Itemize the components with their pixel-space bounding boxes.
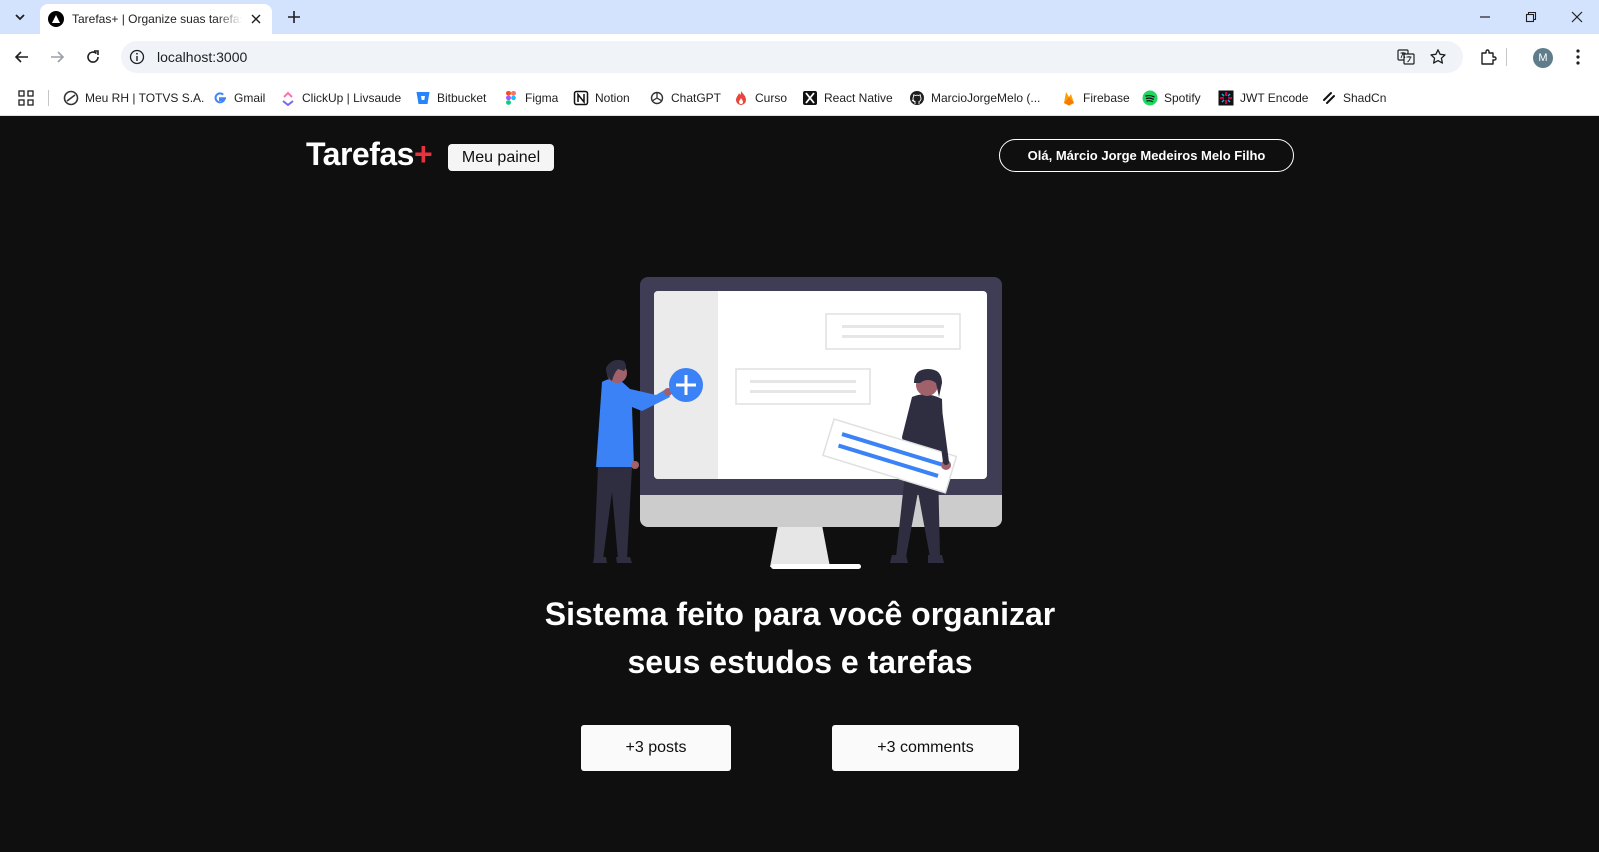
firebase-icon (1061, 90, 1077, 106)
bookmark-label: Figma (525, 91, 559, 105)
bookmark-label: MarcioJorgeMelo (... (931, 91, 1041, 105)
clickup-icon (280, 90, 296, 106)
my-panel-button[interactable]: Meu painel (448, 144, 554, 171)
plus-icon (288, 11, 300, 23)
github-icon (909, 90, 925, 106)
site-info-icon[interactable] (127, 47, 147, 67)
reload-icon (87, 50, 99, 63)
nextjs-favicon-icon (48, 11, 64, 27)
bookmark-label: Gmail (234, 91, 266, 105)
apps-grid-icon[interactable] (17, 89, 35, 107)
profile-avatar[interactable]: M (1533, 48, 1553, 68)
bookmark-label: Notion (595, 91, 630, 105)
expo-icon (802, 90, 818, 106)
bookmark-label: ClickUp | Livsaude (302, 91, 402, 105)
address-bar[interactable]: localhost:3000 (121, 41, 1463, 73)
bookmark-label: React Native (824, 91, 893, 105)
tab-search-button[interactable] (8, 5, 32, 29)
bookmark-spotify[interactable]: Spotify (1142, 88, 1201, 108)
figma-icon (503, 90, 519, 106)
bookmark-label: Meu RH | TOTVS S.A. (85, 91, 205, 105)
reload-button[interactable] (78, 42, 108, 72)
bitbucket-icon (415, 90, 431, 106)
browser-tab-strip: Tarefas+ | Organize suas tarefas de form… (0, 0, 1599, 34)
bookmarks-bar: Meu RH | TOTVS S.A. Gmail ClickUp | Livs… (0, 80, 1599, 116)
fire-icon (733, 90, 749, 106)
bookmark-label: Firebase (1083, 91, 1130, 105)
notion-icon (573, 90, 589, 106)
bookmark-shadcn[interactable]: ShadCn (1321, 88, 1386, 108)
bookmark-gmail[interactable]: Gmail (212, 88, 265, 108)
extensions-button[interactable] (1476, 45, 1500, 69)
openai-icon (649, 90, 665, 106)
arrow-right-icon (51, 51, 65, 63)
bookmark-notion[interactable]: Notion (573, 88, 630, 108)
spotify-icon (1142, 90, 1158, 106)
close-icon (1571, 11, 1583, 23)
jwt-icon (1218, 90, 1234, 106)
new-tab-button[interactable] (282, 5, 306, 29)
bookmark-label: ShadCn (1343, 91, 1387, 105)
bookmark-curso[interactable]: Curso (733, 88, 787, 108)
bookmark-github[interactable]: MarcioJorgeMelo (... (909, 88, 1040, 108)
close-window-button[interactable] (1554, 0, 1599, 34)
bookmarks-separator (48, 90, 49, 106)
bookmark-label: Spotify (1164, 91, 1201, 105)
headline-line-1: Sistema feito para você organizar (544, 596, 1056, 632)
bookmark-figma[interactable]: Figma (503, 88, 558, 108)
browser-menu-button[interactable] (1566, 45, 1590, 69)
headline-line-2: seus estudos e tarefas (627, 644, 973, 680)
browser-tab-active[interactable]: Tarefas+ | Organize suas tarefas de form… (40, 4, 272, 34)
url-text: localhost:3000 (157, 49, 248, 65)
puzzle-icon (1481, 49, 1497, 65)
translate-icon[interactable] (1395, 47, 1417, 67)
bookmark-firebase[interactable]: Firebase (1061, 88, 1130, 108)
bookmark-label: Curso (755, 91, 788, 105)
restore-window-button[interactable] (1508, 0, 1554, 34)
bookmark-bitbucket[interactable]: Bitbucket (415, 88, 486, 108)
minimize-icon (1480, 16, 1490, 18)
logo-plus: + (413, 136, 433, 172)
page-content: Tarefas+ Meu painel Olá, Márcio Jorge Me… (0, 116, 1599, 852)
browser-toolbar: localhost:3000 (0, 34, 1599, 80)
bookmark-clickup[interactable]: ClickUp | Livsaude (280, 88, 401, 108)
minimize-window-button[interactable] (1462, 0, 1508, 34)
bookmark-meu-rh[interactable]: Meu RH | TOTVS S.A. (63, 88, 204, 108)
hero-headline: Sistema feito para você organizar seus e… (400, 590, 1200, 686)
comments-count-box: +3 comments (832, 725, 1019, 771)
chevron-down-icon (15, 14, 25, 21)
bookmark-jwt[interactable]: JWT Encode (1218, 88, 1308, 108)
bookmark-star-icon[interactable] (1427, 47, 1449, 67)
arrow-left-icon (14, 51, 28, 63)
bookmark-chatgpt[interactable]: ChatGPT (649, 88, 721, 108)
user-greeting-button[interactable]: Olá, Márcio Jorge Medeiros Melo Filho (999, 139, 1294, 172)
shadcn-icon (1321, 90, 1337, 106)
bookmark-react-native[interactable]: React Native (802, 88, 893, 108)
back-button[interactable] (7, 42, 37, 72)
logo-text: Tarefas (306, 136, 414, 172)
forward-button[interactable] (42, 42, 72, 72)
google-icon (212, 90, 228, 106)
tab-title: Tarefas+ | Organize suas tarefas de form… (72, 12, 242, 26)
bookmark-label: JWT Encode (1240, 91, 1309, 105)
close-tab-icon[interactable] (248, 11, 264, 27)
bookmark-label: Bitbucket (437, 91, 487, 105)
totvs-icon (63, 90, 79, 106)
more-vertical-icon (1576, 49, 1580, 65)
bookmark-label: ChatGPT (671, 91, 722, 105)
posts-count-box: +3 posts (581, 725, 731, 771)
toolbar-separator (1506, 48, 1507, 66)
hero-illustration (593, 277, 1002, 569)
restore-icon (1525, 11, 1537, 23)
site-logo[interactable]: Tarefas+ (306, 136, 433, 173)
